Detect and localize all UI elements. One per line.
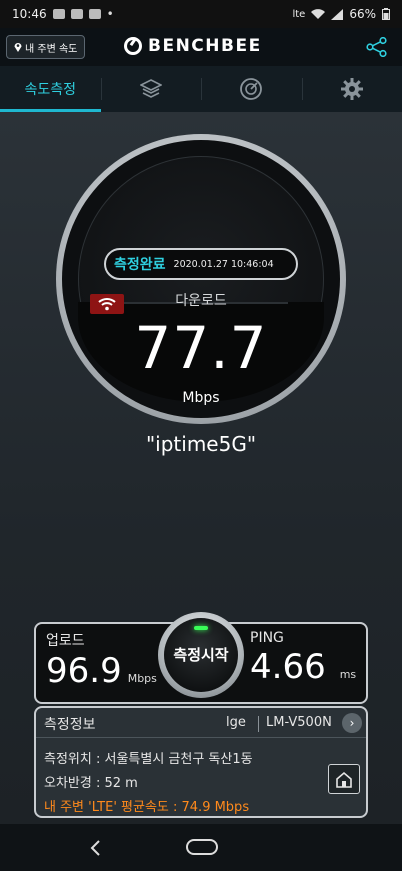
info-carrier: lge (226, 715, 246, 730)
nearby-speed-button[interactable]: 내 주변 속도 (6, 35, 86, 59)
benchbee-logo: BENCHBEE (124, 36, 262, 56)
download-unit: Mbps (182, 390, 220, 406)
status-time: 10:46 (12, 7, 47, 21)
info-title: 측정정보 (44, 717, 96, 733)
info-error-radius: 오차반경 : 52 m (44, 776, 138, 791)
notification-icon (70, 9, 83, 19)
status-bar: 10:46 • lte 66% (0, 0, 402, 28)
layers-icon (139, 79, 162, 98)
tab-speed-test-label: 속도측정 (24, 82, 77, 98)
network-ssid: "iptime5G" (145, 432, 257, 456)
gear-icon (340, 78, 363, 100)
battery-percent: 66% (349, 7, 376, 21)
battery-icon (382, 8, 390, 20)
location-pin-icon (14, 43, 22, 52)
ping-label: PING (250, 630, 284, 646)
tab-speed-test[interactable]: 속도측정 (0, 66, 101, 112)
measurement-timestamp: 2020.01.27 10:46:04 (173, 258, 274, 270)
chevron-right-icon[interactable]: › (342, 713, 362, 733)
chart-icon (240, 78, 263, 100)
notification-icon (88, 9, 101, 19)
more-notifications-icon: • (106, 7, 114, 21)
wifi-status-icon (311, 8, 326, 19)
logo-text: BENCHBEE (148, 36, 262, 56)
measurement-status-pill: 측정완료 2020.01.27 10:46:04 (104, 248, 298, 280)
back-icon[interactable] (88, 839, 102, 857)
signal-icon (331, 8, 344, 20)
upload-unit: Mbps (127, 672, 157, 685)
info-header: 측정정보 lge LM-V500N › (36, 708, 366, 738)
upload-value: 96.9 (46, 651, 122, 691)
measurement-complete-label: 측정완료 (114, 257, 166, 273)
download-value: 77.7 (134, 314, 268, 382)
home-icon (336, 771, 352, 788)
logo-gauge-icon (124, 37, 142, 55)
info-location: 측정위치 : 서울특별시 금천구 독산1동 (44, 752, 253, 767)
notification-icon (52, 9, 65, 19)
start-test-label: 측정시작 (173, 646, 229, 664)
tab-bar: 속도측정 (0, 66, 402, 112)
upload-result: 업로드 96.9 Mbps (46, 624, 166, 702)
upload-label: 업로드 (46, 633, 85, 649)
tab-settings[interactable] (301, 66, 402, 112)
app-header: 내 주변 속도 BENCHBEE (0, 28, 402, 66)
home-nav-icon[interactable] (186, 839, 218, 855)
ping-unit: ms (339, 668, 357, 681)
home-location-button[interactable] (328, 764, 360, 794)
download-label: 다운로드 (175, 293, 227, 309)
ping-result: PING 4.66 ms (250, 624, 366, 702)
tab-history[interactable] (201, 66, 302, 112)
share-icon[interactable] (366, 37, 388, 57)
carrier-label: lte (292, 8, 306, 20)
nearby-speed-label: 내 주변 속도 (25, 43, 78, 55)
start-test-button[interactable]: 측정시작 (158, 612, 244, 698)
info-nearby-average: 내 주변 'LTE' 평균속도 : 74.9 Mbps (44, 800, 250, 815)
status-led-icon (194, 626, 208, 630)
system-nav-bar (0, 824, 402, 871)
info-device: LM-V500N (266, 715, 332, 730)
ping-value: 4.66 (250, 647, 326, 687)
measurement-info-panel: 측정정보 lge LM-V500N › 측정위치 : 서울특별시 금천구 독산1… (34, 706, 368, 818)
tab-layers[interactable] (100, 66, 202, 112)
